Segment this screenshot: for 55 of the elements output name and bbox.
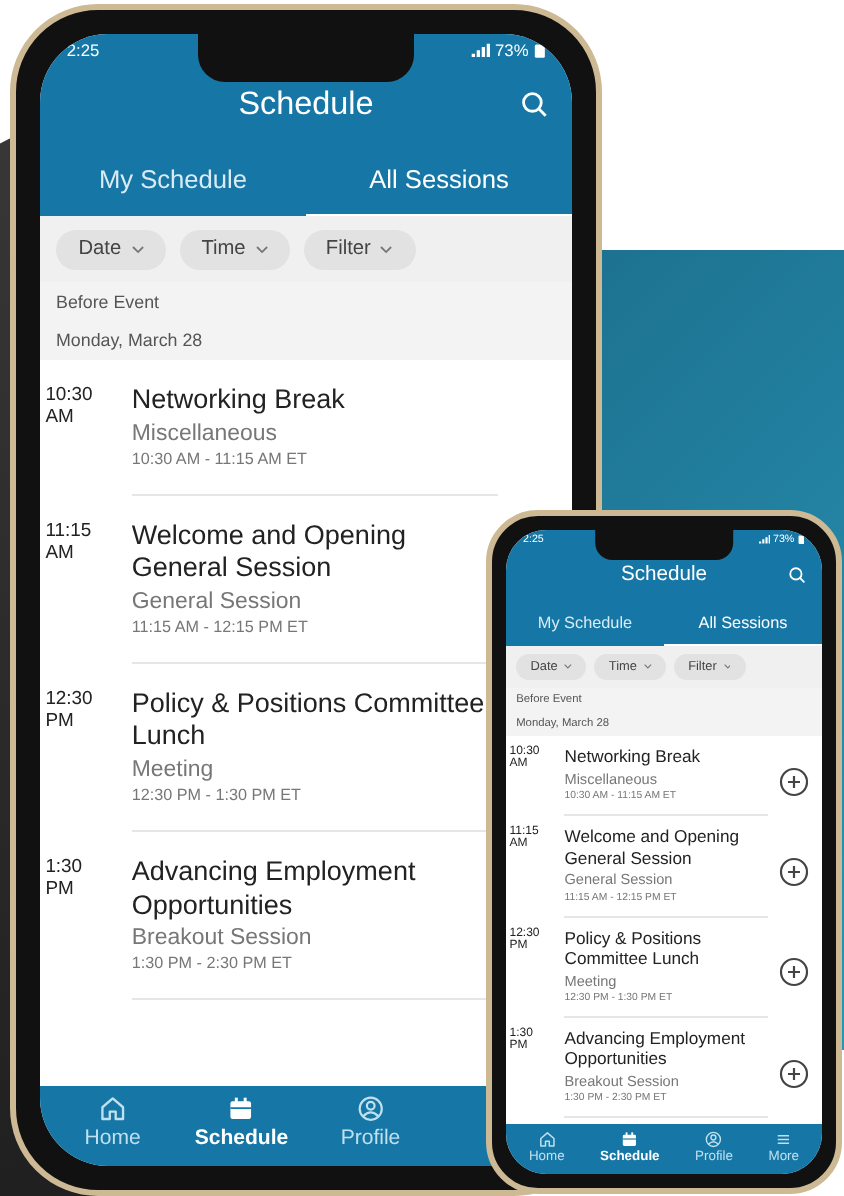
caret-icon — [131, 245, 144, 254]
add-button[interactable] — [777, 856, 810, 889]
session-category: Breakout Session — [131, 925, 314, 950]
caret-icon — [380, 245, 394, 254]
camera-notch — [595, 530, 733, 561]
section-label: Before Event — [40, 281, 572, 321]
session-category: General Session — [131, 589, 304, 614]
session-time: 1:30 PM — [45, 856, 83, 905]
filter-chip[interactable]: Date — [56, 229, 166, 270]
screen-title: Schedule — [238, 85, 374, 124]
profile-icon — [355, 1094, 386, 1124]
date-label: Monday, March 28 — [40, 320, 572, 361]
caret-icon — [564, 664, 572, 670]
calendar-icon — [226, 1094, 257, 1124]
session-time-range: 10:30 AM - 11:15 AM ET — [131, 449, 309, 468]
caret-icon — [643, 664, 652, 670]
session-time-range: 12:30 PM - 1:30 PM ET — [131, 785, 303, 804]
search-icon[interactable] — [519, 90, 548, 120]
caret-icon — [255, 245, 268, 254]
nav-item[interactable]: Schedule — [177, 1094, 306, 1150]
tab[interactable]: My Schedule — [506, 600, 664, 647]
caret-icon — [723, 664, 731, 670]
session-title[interactable]: Policy & Positions Committee Lunch — [564, 927, 768, 969]
session-category: Meeting — [131, 757, 216, 782]
session-title[interactable]: Advancing Employment Opportunities — [564, 1028, 768, 1070]
calendar-icon — [620, 1129, 640, 1149]
session-category: Miscellaneous — [131, 421, 280, 446]
session-title[interactable]: Welcome and Opening General Session — [564, 826, 768, 869]
profile-icon — [704, 1129, 724, 1149]
session-title[interactable]: Networking Break — [131, 384, 499, 418]
session-time: 12:30 PM — [45, 688, 93, 737]
status-time: 2:25 — [66, 39, 100, 60]
battery-icon — [797, 534, 805, 546]
home-icon — [537, 1129, 557, 1149]
add-button[interactable] — [777, 765, 810, 798]
tab[interactable]: My Schedule — [40, 144, 306, 217]
menu-icon — [774, 1129, 794, 1149]
signal-icon — [757, 534, 770, 546]
battery-icon — [533, 41, 546, 59]
add-button[interactable] — [777, 1057, 810, 1090]
session-time: 10:30 AM — [45, 384, 93, 433]
nav-item[interactable]: Home — [48, 1094, 178, 1150]
session-title[interactable]: Networking Break — [564, 746, 768, 768]
screen-title: Schedule — [620, 564, 707, 587]
add-button[interactable] — [777, 956, 810, 989]
session-time: 11:15 AM — [45, 520, 92, 569]
battery-level: 73% — [495, 39, 529, 60]
home-icon — [97, 1094, 128, 1124]
filter-chip[interactable]: Time — [179, 229, 291, 270]
filter-chip[interactable]: Filter — [303, 229, 416, 270]
nav-item[interactable]: Profile — [306, 1094, 435, 1150]
search-icon[interactable] — [788, 566, 807, 585]
signal-icon — [470, 41, 491, 59]
session-time-range: 1:30 PM - 2:30 PM ET — [131, 953, 294, 972]
session-time-range: 11:15 AM - 12:15 PM ET — [131, 617, 310, 636]
